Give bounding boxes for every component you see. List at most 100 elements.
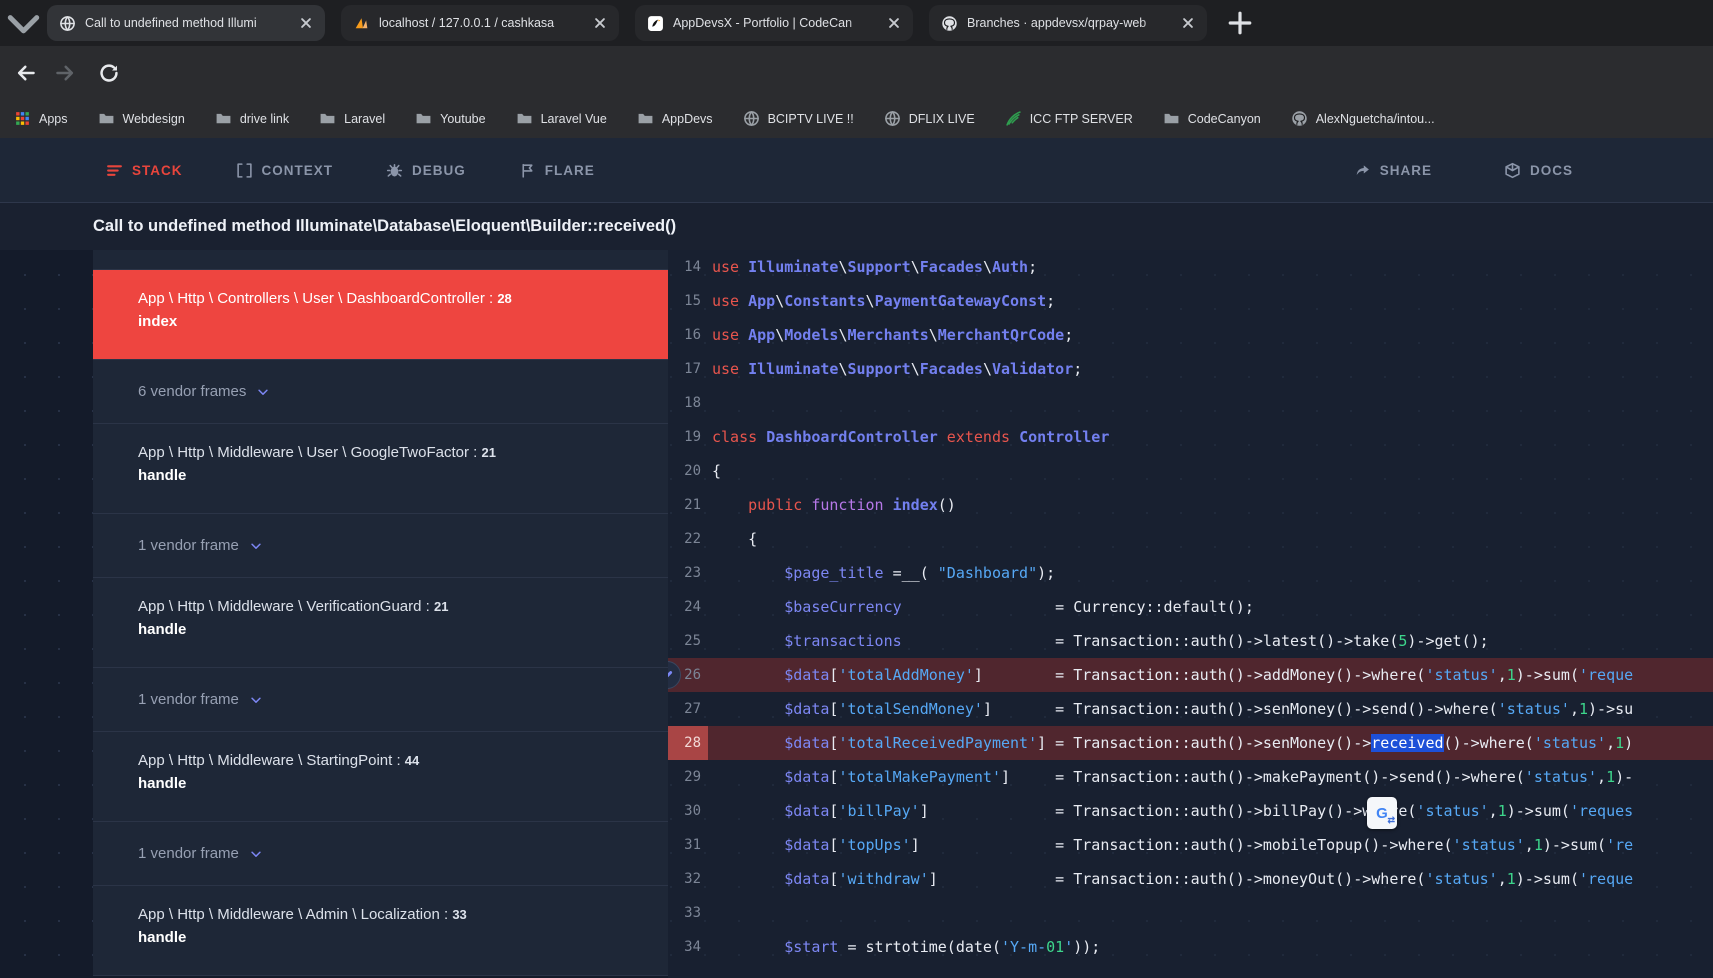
line-number: 34: [668, 930, 708, 964]
browser-tab[interactable]: Branches · appdevsx/qrpay-web: [929, 5, 1207, 41]
flare-tab-flare[interactable]: FLARE: [519, 162, 595, 179]
stack-frame[interactable]: App \ Http \ Controllers \ User \ Dashbo…: [93, 270, 668, 360]
error-title-bar: Call to undefined method Illuminate\Data…: [0, 202, 1713, 250]
code-text: $data['withdraw'] = Transaction::auth()-…: [708, 862, 1633, 896]
bookmark-item[interactable]: BCIPTV LIVE !!: [743, 110, 854, 127]
vendor-frames-toggle[interactable]: 1 vendor frame: [93, 822, 668, 886]
stack-frame[interactable]: App \ Http \ Middleware \ User \ GoogleT…: [93, 424, 668, 514]
flare-tab-context[interactable]: CONTEXT: [236, 162, 334, 179]
stack-icon: [106, 162, 123, 179]
reload-icon[interactable]: [98, 62, 120, 84]
bookmark-item[interactable]: AppDevs: [637, 110, 713, 127]
forward-icon[interactable]: [54, 62, 76, 84]
vendor-frames-label: 6 vendor frames: [138, 383, 246, 400]
flare-tab-debug[interactable]: DEBUG: [386, 162, 466, 179]
stack-frame[interactable]: App \ Http \ Middleware \ StartingPoint …: [93, 732, 668, 822]
code-text: $data['billPay'] = Transaction::auth()->…: [708, 794, 1633, 828]
stack-frame[interactable]: App \ Http \ Middleware \ Admin \ Locali…: [93, 886, 668, 976]
browser-tab[interactable]: AppDevsX - Portfolio | CodeCan: [635, 5, 913, 41]
code-text: use App\Models\Merchants\MerchantQrCode;: [708, 318, 1073, 352]
vendor-frames-toggle[interactable]: 1 vendor frame: [93, 668, 668, 732]
back-icon[interactable]: [15, 62, 37, 84]
globe-icon: [884, 110, 901, 127]
code-line: 18: [668, 386, 1713, 420]
globe-icon: [59, 15, 76, 32]
vendor-frames-toggle[interactable]: 1 vendor frame: [93, 514, 668, 578]
line-number: 28: [668, 726, 708, 760]
bookmark-item[interactable]: Apps: [14, 110, 68, 127]
line-number: 22: [668, 522, 708, 556]
plus-icon[interactable]: [1225, 8, 1255, 38]
vendor-frames-toggle[interactable]: 6 vendor frames: [93, 360, 668, 424]
frame-line-number: 28: [497, 291, 511, 306]
code-text: $transactions = Transaction::auth()->lat…: [708, 624, 1489, 658]
frame-path: App \ Http \ Middleware \ Admin \ Locali…: [138, 906, 668, 923]
bookmark-item[interactable]: CodeCanyon: [1163, 110, 1261, 127]
bookmark-item[interactable]: DFLIX LIVE: [884, 110, 975, 127]
browser-toolbar: localhost/cashkasa/user/dashboard %30✳VF…: [0, 46, 1713, 99]
codecanyon-icon: [647, 15, 664, 32]
docs-icon: [1504, 162, 1521, 179]
code-text: $page_title =__( "Dashboard");: [708, 556, 1055, 590]
frame-line-number: 21: [481, 445, 495, 460]
tab-close-icon[interactable]: [591, 14, 609, 32]
flare-tab-label: DEBUG: [412, 163, 466, 178]
docs-button[interactable]: DOCS: [1504, 162, 1573, 179]
action-label: DOCS: [1530, 163, 1573, 178]
bookmark-label: Apps: [39, 112, 68, 126]
frame-path: App \ Http \ Controllers \ User \ Dashbo…: [138, 290, 668, 307]
bookmark-item[interactable]: Youtube: [415, 110, 485, 127]
frame-method: handle: [138, 467, 668, 484]
bookmark-item[interactable]: Laravel Vue: [516, 110, 607, 127]
frame-path: App \ Http \ Middleware \ VerificationGu…: [138, 598, 668, 615]
line-number: 23: [668, 556, 708, 590]
tab-title: Branches · appdevsx/qrpay-web: [967, 16, 1170, 30]
error-page-content: App \ Http \ Controllers \ User \ Dashbo…: [0, 250, 1713, 978]
bookmark-item[interactable]: Webdesign: [98, 110, 185, 127]
frame-line-number: 44: [405, 753, 419, 768]
code-text: $data['totalSendMoney'] = Transaction::a…: [708, 692, 1633, 726]
browser-tab[interactable]: Call to undefined method Illumi: [47, 5, 325, 41]
globe-icon: [743, 110, 760, 127]
line-number: 29: [668, 760, 708, 794]
code-line: 32 $data['withdraw'] = Transaction::auth…: [668, 862, 1713, 896]
bookmark-item[interactable]: ICC FTP SERVER: [1005, 110, 1133, 127]
code-text: $data['totalReceivedPayment'] = Transact…: [708, 726, 1633, 760]
bug-icon: [386, 162, 403, 179]
brackets-icon: [236, 162, 253, 179]
frame-method: handle: [138, 929, 668, 946]
bookmark-label: AppDevs: [662, 112, 713, 126]
line-number: 15: [668, 284, 708, 318]
chevron-down-icon[interactable]: [0, 0, 47, 47]
tab-close-icon[interactable]: [1179, 14, 1197, 32]
bookmark-label: BCIPTV LIVE !!: [768, 112, 854, 126]
chevron-down-icon: [249, 693, 263, 707]
share-button[interactable]: SHARE: [1354, 162, 1432, 179]
code-line: 22 {: [668, 522, 1713, 556]
flare-tab-stack[interactable]: STACK: [106, 162, 183, 179]
browser-tab[interactable]: localhost / 127.0.0.1 / cashkasa: [341, 5, 619, 41]
error-title: Call to undefined method Illuminate\Data…: [93, 217, 676, 236]
frame-line-number: 33: [452, 907, 466, 922]
code-line: 24 $baseCurrency = Currency::default();: [668, 590, 1713, 624]
bookmark-item[interactable]: AlexNguetcha/intou...: [1291, 110, 1435, 127]
google-translate-icon[interactable]: G⇄: [1367, 797, 1397, 829]
tab-close-icon[interactable]: [297, 14, 315, 32]
tab-close-icon[interactable]: [885, 14, 903, 32]
frame-line-number: 21: [434, 599, 448, 614]
line-number: 18: [668, 386, 708, 420]
frame-row-partial: [93, 250, 668, 270]
flare-nav-bar: STACK CONTEXT DEBUG FLARE SHARE DOCS: [0, 138, 1713, 202]
bookmark-item[interactable]: drive link: [215, 110, 289, 127]
frame-path: App \ Http \ Middleware \ StartingPoint …: [138, 752, 668, 769]
code-line: 27 $data['totalSendMoney'] = Transaction…: [668, 692, 1713, 726]
bookmark-item[interactable]: Laravel: [319, 110, 385, 127]
code-line: 16use App\Models\Merchants\MerchantQrCod…: [668, 318, 1713, 352]
folder-icon: [98, 110, 115, 127]
github-icon: [941, 15, 958, 32]
bookmark-label: drive link: [240, 112, 289, 126]
code-line: 33: [668, 896, 1713, 930]
github-icon: [1291, 110, 1308, 127]
stack-frame[interactable]: App \ Http \ Middleware \ VerificationGu…: [93, 578, 668, 668]
flag-icon: [519, 162, 536, 179]
